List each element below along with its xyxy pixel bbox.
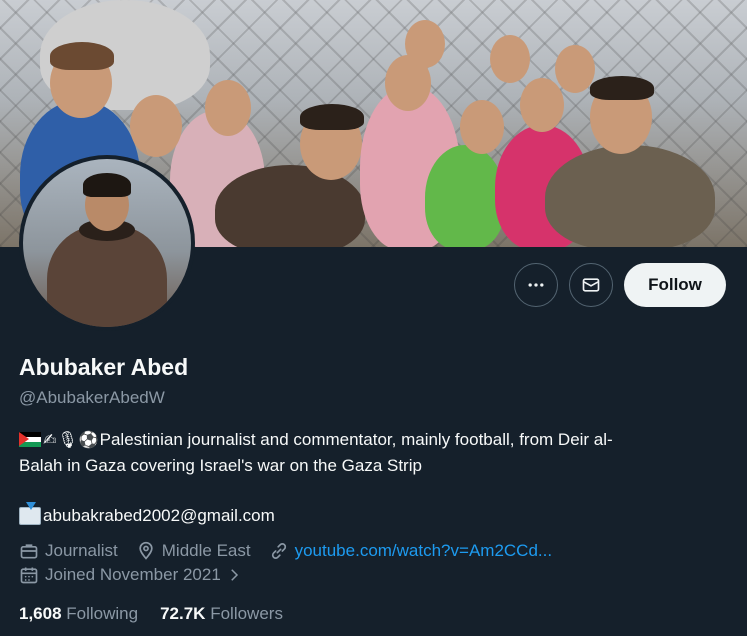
banner-figure (405, 20, 445, 68)
profile-avatar[interactable] (19, 155, 195, 331)
bio-text-line2: Balah in Gaza covering Israel's war on t… (19, 456, 422, 475)
bio-text-line1: Palestinian journalist and commentator, … (99, 430, 613, 449)
more-button[interactable] (514, 263, 558, 307)
microphone-icon: 🎙 (57, 432, 78, 449)
more-icon (528, 283, 544, 287)
banner-figure (520, 78, 564, 132)
banner-figure (300, 104, 364, 130)
banner-figure (460, 100, 504, 154)
profile-handle: @AbubakerAbedW (19, 388, 165, 407)
follow-button[interactable]: Follow (624, 263, 726, 307)
banner-figure (545, 145, 715, 247)
profile-email: abubakrabed2002@gmail.com (19, 502, 275, 529)
chevron-right-icon (231, 569, 238, 581)
profile-bio: ✍🎙⚽Palestinian journalist and commentato… (19, 427, 719, 454)
joined-row[interactable]: Joined November 2021 (19, 565, 267, 585)
profile-name: Abubaker Abed (19, 354, 189, 380)
avatar-photo (23, 159, 191, 327)
followers-stat[interactable]: 72.7K Followers (160, 604, 283, 624)
profession-text: Journalist (45, 541, 118, 560)
website-item[interactable]: youtube.com/watch?v=Am2CCd... (269, 541, 552, 561)
website-link[interactable]: youtube.com/watch?v=Am2CCd... (295, 541, 552, 561)
following-label: Following (66, 604, 139, 623)
banner-figure (425, 145, 505, 247)
location-pin-icon (139, 541, 153, 560)
followers-count: 72.7K (160, 604, 206, 623)
joined-item[interactable]: Joined November 2021 (19, 565, 249, 585)
banner-figure (490, 35, 530, 83)
email-text: abubakrabed2002@gmail.com (43, 506, 275, 525)
followers-label: Followers (210, 604, 283, 623)
location-item: Middle East (136, 541, 251, 561)
following-stat[interactable]: 1,608 Following (19, 604, 138, 624)
soccer-ball-icon: ⚽ (78, 432, 99, 449)
calendar-icon (20, 567, 38, 584)
link-icon (271, 543, 286, 559)
profession-item: Journalist (19, 541, 118, 561)
following-count: 1,608 (19, 604, 62, 623)
briefcase-icon (20, 544, 38, 559)
banner-figure (130, 95, 182, 157)
profile-stats: 1,608 Following 72.7K Followers (19, 604, 305, 624)
joined-text: Joined November 2021 (45, 565, 221, 584)
banner-figure (555, 45, 595, 93)
banner-figure (205, 80, 251, 136)
profile-meta-row: Journalist Middle East youtube.com/watch… (19, 541, 570, 561)
palestine-flag-icon (19, 432, 41, 447)
mail-icon (582, 278, 600, 292)
banner-figure (590, 76, 654, 100)
location-text: Middle East (161, 541, 251, 560)
message-button[interactable] (569, 263, 613, 307)
avatar-figure (83, 173, 131, 197)
inbox-tray-icon (19, 502, 41, 525)
writing-hand-icon: ✍ (43, 432, 57, 449)
banner-figure (50, 42, 114, 70)
